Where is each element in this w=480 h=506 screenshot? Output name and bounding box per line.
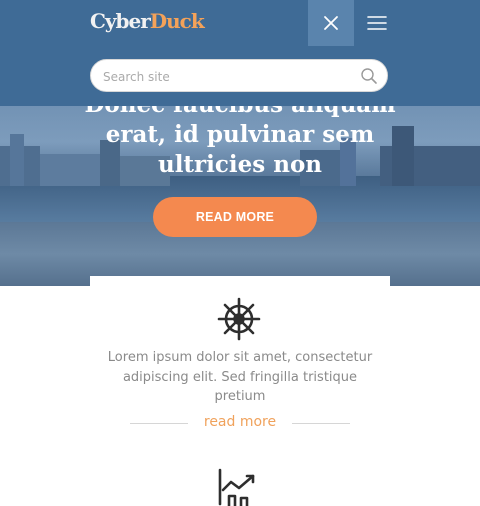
logo-part-cyber: Cyber (90, 9, 151, 33)
search-bar (0, 46, 480, 106)
search-icon[interactable] (360, 67, 378, 85)
search-input[interactable] (101, 60, 350, 93)
chart-growth-icon (218, 468, 255, 506)
read-more-button[interactable]: READ MORE (153, 197, 317, 237)
close-search-button[interactable] (308, 0, 354, 46)
divider-right (292, 423, 350, 424)
read-more-row: read more (130, 414, 350, 432)
close-icon (324, 16, 338, 30)
logo[interactable]: CyberDuck (90, 9, 205, 33)
logo-part-duck: Duck (149, 9, 205, 33)
read-more-link[interactable]: read more (130, 414, 350, 430)
search-box (90, 59, 388, 93)
menu-button[interactable] (354, 0, 400, 46)
hamburger-menu-icon (367, 16, 387, 30)
feature-description: Lorem ipsum dolor sit amet, consectetur … (107, 350, 373, 404)
ship-wheel-icon (217, 297, 261, 341)
feature-card: Lorem ipsum dolor sit amet, consectetur … (90, 276, 390, 506)
top-navbar: CyberDuck (0, 0, 480, 46)
